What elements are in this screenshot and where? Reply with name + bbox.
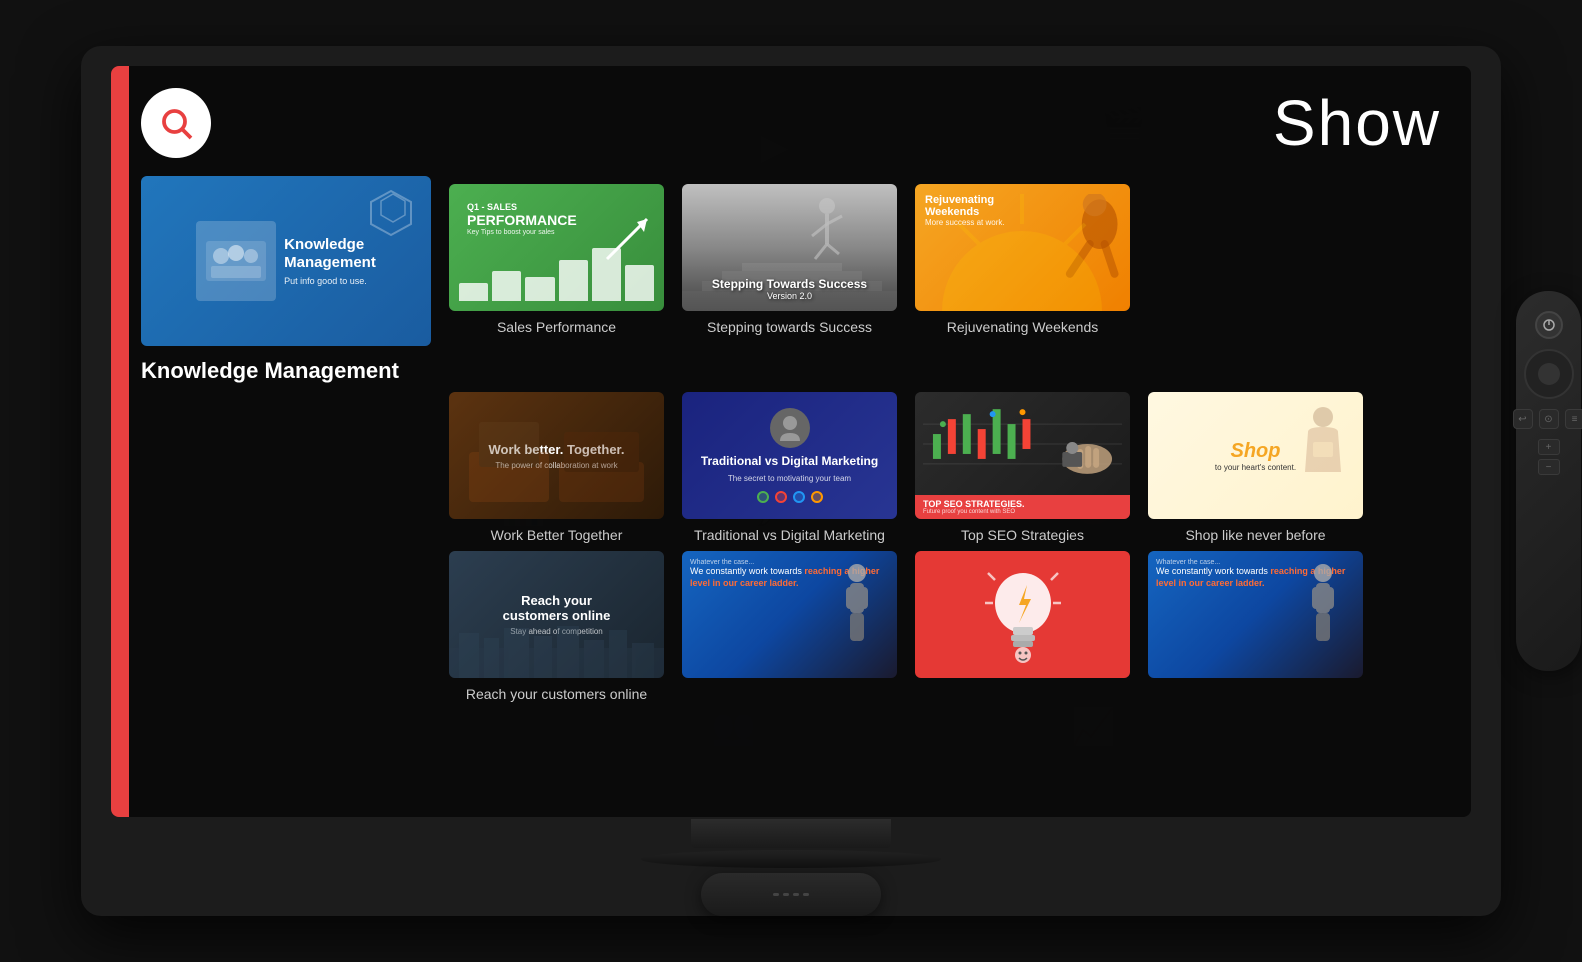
trad-circle-green	[757, 491, 769, 503]
shop-subtitle-text: to your heart's content.	[1215, 463, 1296, 472]
work-desk-bg	[449, 392, 664, 519]
set-top-dot-4	[803, 893, 809, 896]
success-main-title: Stepping Towards Success	[712, 277, 867, 291]
shop-person	[1293, 402, 1353, 482]
km-placeholder	[196, 221, 276, 301]
thumbnail-career1-image: Whatever the case... We constantly work …	[682, 551, 897, 678]
sales-q1-label: Q1 - SALES	[467, 202, 646, 212]
volume-up-btn[interactable]: +	[1538, 439, 1560, 455]
shop-label: Shop like never before	[1185, 527, 1325, 543]
dpad-center	[1538, 363, 1560, 385]
reach-label: Reach your customers online	[466, 686, 647, 702]
content-area: KnowledgeManagement Put info good to use…	[141, 176, 1441, 807]
thumbnail-sales-performance[interactable]: Q1 - SALES PERFORMANCE Key Tips to boost…	[449, 184, 664, 384]
km-subtitle-text: Put info good to use.	[284, 276, 376, 286]
thumbnail-shop[interactable]: Shop to your heart's content.	[1148, 392, 1363, 543]
set-top-dot-2	[783, 893, 789, 896]
km-people-illustration	[201, 231, 271, 291]
red-accent-bar	[111, 66, 129, 817]
thumbnail-knowledge-management[interactable]: KnowledgeManagement Put info good to use…	[141, 176, 431, 384]
career1-person	[832, 561, 882, 651]
thumbnail-sales-image: Q1 - SALES PERFORMANCE Key Tips to boost…	[449, 184, 664, 311]
thumbnail-shop-image: Shop to your heart's content.	[1148, 392, 1363, 519]
thumbnail-reach-image: Reach yourcustomers online Stay ahead of…	[449, 551, 664, 678]
rejuv-label: Rejuvenating Weekends	[947, 319, 1099, 335]
grid-row-3: Reach yourcustomers online Stay ahead of…	[449, 551, 1441, 702]
header: Show	[141, 86, 1441, 160]
remote-menu-btn[interactable]: ≡	[1565, 409, 1582, 429]
trad-circle-red	[775, 491, 787, 503]
remote-back-btn[interactable]: ↩	[1513, 409, 1533, 429]
seo-sublabel-text: Future proof you content with SEO	[923, 509, 1122, 515]
thumbnail-rejuv-image: Rejuvenating Weekends More success at wo…	[915, 184, 1130, 311]
reach-city-bg	[449, 618, 664, 678]
thumbnail-reach-customers[interactable]: Reach yourcustomers online Stay ahead of…	[449, 551, 664, 702]
remote-home-btn[interactable]: ⊙	[1539, 409, 1559, 429]
seo-label: Top SEO Strategies	[961, 527, 1084, 543]
career2-person	[1298, 561, 1348, 651]
bulb-illustration	[983, 565, 1063, 665]
thumbnail-seo-image: TOP SEO STRATEGIES. Future proof you con…	[915, 392, 1130, 519]
km-label: Knowledge Management	[141, 358, 431, 384]
trad-circle-indicators	[757, 491, 823, 503]
grid-row-2: Work better. Together. The power of coll…	[449, 392, 1441, 543]
volume-down-btn[interactable]: −	[1538, 459, 1560, 475]
km-hex-decoration	[361, 186, 421, 246]
tv-stand	[691, 819, 891, 848]
trad-main-title: Traditional vs Digital Marketing	[701, 454, 878, 470]
thumbnail-career-2[interactable]: Whatever the case... We constantly work …	[1148, 551, 1363, 702]
trad-avatar	[770, 408, 810, 448]
grid-row-1: KnowledgeManagement Put info good to use…	[141, 176, 1441, 384]
power-icon	[1542, 318, 1556, 332]
trad-person-icon	[775, 413, 805, 443]
set-top-box	[701, 873, 881, 916]
tv-frame: ✈ ▶ 🎬 ▶ 💡 ✈ 💬 🎯 📊 👥 📈	[81, 46, 1501, 916]
thumbnail-red-image	[915, 551, 1130, 678]
set-top-dot-1	[773, 893, 779, 896]
sales-arrow	[602, 214, 652, 264]
volume-controls: + −	[1538, 439, 1560, 475]
dpad[interactable]	[1524, 349, 1574, 399]
seo-bottom-banner: TOP SEO STRATEGIES. Future proof you con…	[915, 495, 1130, 519]
trad-circle-blue	[793, 491, 805, 503]
tv-base	[641, 850, 941, 867]
search-button[interactable]	[141, 88, 211, 158]
seo-label-text: TOP SEO STRATEGIES.	[923, 499, 1122, 509]
thumbnail-top-seo[interactable]: TOP SEO STRATEGIES. Future proof you con…	[915, 392, 1130, 543]
power-button[interactable]	[1535, 311, 1563, 339]
work-label: Work Better Together	[491, 527, 623, 543]
thumbnail-rejuvenating-weekends[interactable]: Rejuvenating Weekends More success at wo…	[915, 184, 1130, 384]
tv-screen: ✈ ▶ 🎬 ▶ 💡 ✈ 💬 🎯 📊 👥 📈	[111, 66, 1471, 817]
thumbnail-success-image: Stepping Towards Success Version 2.0	[682, 184, 897, 311]
thumbnail-stepping-success[interactable]: Stepping Towards Success Version 2.0 Ste…	[682, 184, 897, 384]
remote-button-group: ↩ ⊙ ≡	[1513, 409, 1582, 429]
remote-control: ↩ ⊙ ≡ + −	[1516, 291, 1581, 671]
trad-circle-orange	[811, 491, 823, 503]
set-top-dot-3	[793, 893, 799, 896]
thumbnail-career2-image: Whatever the case... We constantly work …	[1148, 551, 1363, 678]
app-title: Show	[1273, 86, 1441, 160]
sales-label: Sales Performance	[497, 319, 616, 335]
outer-frame: ✈ ▶ 🎬 ▶ 💡 ✈ 💬 🎯 📊 👥 📈	[0, 0, 1582, 962]
thumbnail-traditional-digital[interactable]: Traditional vs Digital Marketing The sec…	[682, 392, 897, 543]
thumbnail-work-better[interactable]: Work better. Together. The power of coll…	[449, 392, 664, 543]
trad-label: Traditional vs Digital Marketing	[694, 527, 885, 543]
thumbnail-innovation[interactable]	[915, 551, 1130, 702]
seo-chart-svg	[923, 404, 1122, 484]
seo-chart-area	[915, 392, 1130, 495]
rejuv-sunrays	[915, 184, 1130, 311]
success-label: Stepping towards Success	[707, 319, 872, 335]
remote-row-1: ↩ ⊙ ≡	[1513, 409, 1582, 429]
search-icon	[158, 105, 194, 141]
thumbnail-career-1[interactable]: Whatever the case... We constantly work …	[682, 551, 897, 702]
thumbnail-trad-image: Traditional vs Digital Marketing The sec…	[682, 392, 897, 519]
shop-main-title: Shop	[1215, 440, 1296, 463]
thumbnail-work-image: Work better. Together. The power of coll…	[449, 392, 664, 519]
thumbnail-km-image: KnowledgeManagement Put info good to use…	[141, 176, 431, 346]
success-version: Version 2.0	[712, 291, 867, 301]
trad-subtitle-text: The secret to motivating your team	[728, 474, 851, 483]
